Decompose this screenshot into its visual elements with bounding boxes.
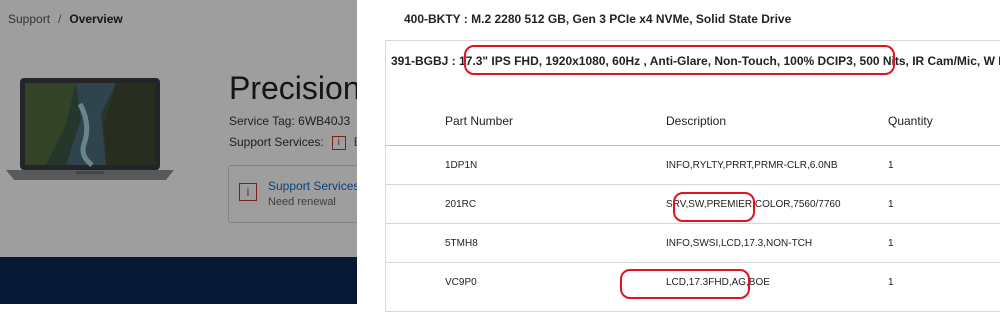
background-page: Support / Overview Precision Service Tag: … xyxy=(0,0,357,304)
table-row: VC9P0 LCD,17.3FHD,AG,BOE 1 xyxy=(386,262,1000,301)
part-number: 201RC xyxy=(386,184,666,224)
part-number: 5TMH8 xyxy=(386,223,666,263)
part-quantity: 1 xyxy=(888,223,1000,263)
col-header-part-number: Part Number xyxy=(386,97,666,146)
component-box: 391-BGBJ : 17.3" IPS FHD, 1920x1080, 60H… xyxy=(385,40,1000,312)
part-quantity: 1 xyxy=(888,145,1000,185)
part-description: SRV,SW,PREMIER,COLOR,7560/7760 xyxy=(666,184,888,224)
component-line-ssd: 400-BKTY : M.2 2280 512 GB, Gen 3 PCIe x… xyxy=(404,12,792,26)
component-extra: IR Cam/Mic, W LAN xyxy=(912,54,1000,68)
component-details-panel: 400-BKTY : M.2 2280 512 GB, Gen 3 PCIe x… xyxy=(357,0,1000,312)
component-line-display: 391-BGBJ : 17.3" IPS FHD, 1920x1080, 60H… xyxy=(391,54,1000,68)
component-code: 391-BGBJ : xyxy=(391,54,460,68)
modal-backdrop[interactable] xyxy=(0,0,357,304)
part-description: INFO,RYLTY,PRRT,PRMR-CLR,6.0NB xyxy=(666,145,888,185)
part-number: 1DP1N xyxy=(386,145,666,185)
col-header-description: Description xyxy=(666,97,888,146)
component-description: 17.3" IPS FHD, 1920x1080, 60Hz , Anti-Gl… xyxy=(459,54,909,68)
part-number: VC9P0 xyxy=(386,262,666,301)
table-row: 201RC SRV,SW,PREMIER,COLOR,7560/7760 1 xyxy=(386,184,1000,224)
part-quantity: 1 xyxy=(888,262,1000,301)
table-row: 5TMH8 INFO,SWSI,LCD,17.3,NON-TCH 1 xyxy=(386,223,1000,263)
part-quantity: 1 xyxy=(888,184,1000,224)
part-description: INFO,SWSI,LCD,17.3,NON-TCH xyxy=(666,223,888,263)
parts-table: Part Number Description Quantity 1DP1N I… xyxy=(386,97,1000,301)
col-header-quantity: Quantity xyxy=(888,97,1000,146)
part-description: LCD,17.3FHD,AG,BOE xyxy=(666,262,888,301)
table-row: 1DP1N INFO,RYLTY,PRRT,PRMR-CLR,6.0NB 1 xyxy=(386,145,1000,185)
